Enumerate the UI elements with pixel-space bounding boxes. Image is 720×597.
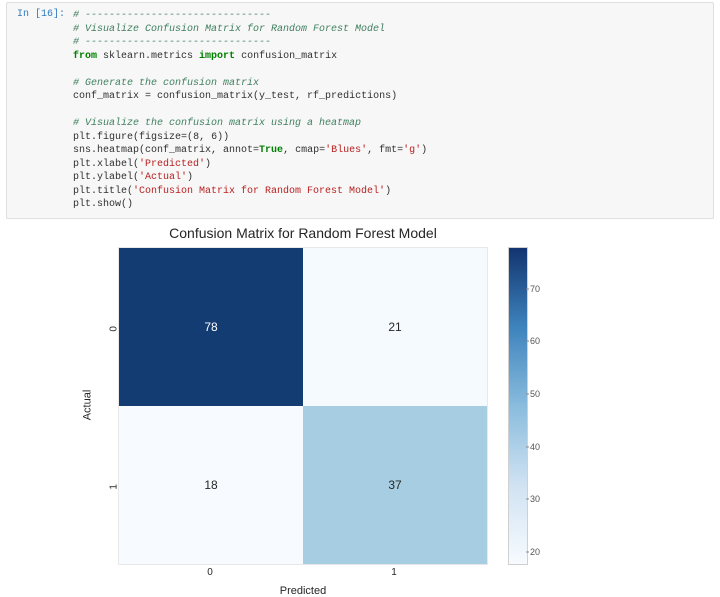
colorbar-tick-mark bbox=[526, 393, 529, 394]
colorbar-tick-mark bbox=[526, 446, 529, 447]
code-cell: In [16]: # -----------------------------… bbox=[6, 2, 714, 219]
colorbar-tick-mark bbox=[526, 341, 529, 342]
colorbar-tick-mark bbox=[526, 499, 529, 500]
hm-cell-0-0: 78 bbox=[119, 248, 303, 406]
colorbar bbox=[508, 247, 528, 565]
hm-cell-0-1: 21 bbox=[303, 248, 487, 406]
y-tick-1: 1 bbox=[109, 484, 120, 500]
colorbar-tick-label: 40 bbox=[530, 442, 540, 452]
input-prompt: In [16]: bbox=[7, 3, 73, 218]
colorbar-tick-label: 20 bbox=[530, 547, 540, 557]
y-axis-label: Actual bbox=[81, 389, 93, 420]
colorbar-tick-label: 70 bbox=[530, 284, 540, 294]
hm-cell-1-0: 18 bbox=[119, 406, 303, 564]
hm-cell-1-1: 37 bbox=[303, 406, 487, 564]
y-tick-0: 0 bbox=[109, 326, 120, 342]
x-tick-0: 0 bbox=[200, 567, 220, 578]
colorbar-tick-mark bbox=[526, 288, 529, 289]
chart-title: Confusion Matrix for Random Forest Model bbox=[118, 225, 488, 241]
colorbar-tick-label: 50 bbox=[530, 389, 540, 399]
colorbar-tick-label: 30 bbox=[530, 494, 540, 504]
x-tick-1: 1 bbox=[384, 567, 404, 578]
code-area[interactable]: # ------------------------------- # Visu… bbox=[73, 3, 435, 218]
x-axis-label: Predicted bbox=[118, 585, 488, 597]
colorbar-tick-mark bbox=[526, 551, 529, 552]
confusion-matrix-heatmap: 78 21 18 37 bbox=[118, 247, 488, 565]
colorbar-tick-label: 60 bbox=[530, 336, 540, 346]
